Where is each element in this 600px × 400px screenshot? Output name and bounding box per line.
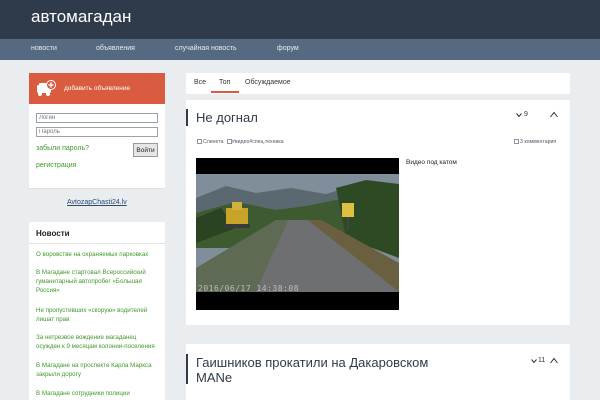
divider xyxy=(29,243,165,244)
tab-all[interactable]: Все xyxy=(194,79,206,86)
login-panel: забыли пароль? Войти регистрация xyxy=(29,104,165,189)
vote-count: 9 xyxy=(524,111,528,118)
nav-item-ads[interactable]: объявления xyxy=(96,45,135,52)
post-tags[interactable]: #видео#спец.техника xyxy=(232,139,284,145)
add-ad-label: добавить объявление xyxy=(64,85,131,92)
post-card: Не догнал 9 Слинета #видео#спец.техника … xyxy=(186,100,570,325)
news-item[interactable]: В Магадане стартовал Всероссийский гуман… xyxy=(36,269,160,295)
feed-tabs: Все Топ Обсуждаемое xyxy=(186,73,570,94)
site-logo[interactable]: автомагадан xyxy=(31,7,131,27)
nav-item-news[interactable]: новости xyxy=(31,45,57,52)
post-title[interactable]: Гаишников прокатили на Дакаровском MANе xyxy=(196,355,456,385)
login-button[interactable]: Войти xyxy=(133,143,158,157)
chevron-up-icon[interactable] xyxy=(550,111,558,119)
register-link[interactable]: регистрация xyxy=(36,162,76,169)
password-input[interactable] xyxy=(36,127,158,137)
partner-link[interactable]: AvtozapChasti24.lv xyxy=(67,199,127,206)
news-item[interactable]: В Магадане сотрудники полиции xyxy=(36,390,160,399)
comment-icon xyxy=(514,139,519,144)
news-item[interactable]: Не пропустивших «скорую» водителей лишат… xyxy=(36,307,160,325)
post-card: Гаишников прокатили на Дакаровском MANе … xyxy=(186,344,570,400)
nav-item-forum[interactable]: форум xyxy=(277,45,299,52)
post-title[interactable]: Не догнал xyxy=(196,110,258,125)
main-nav: новости объявления случайная новость фор… xyxy=(0,39,600,60)
news-item[interactable]: За нетрезвое вождение магаданец осужден … xyxy=(36,334,160,352)
chevron-up-icon[interactable] xyxy=(550,357,558,365)
tab-top[interactable]: Топ xyxy=(219,79,230,86)
site-header: автомагадан xyxy=(0,0,600,39)
news-item[interactable]: О воровстве на охраняемых парковках xyxy=(36,251,160,260)
add-ad-button[interactable]: добавить объявление xyxy=(29,73,165,104)
add-ad-icon xyxy=(37,80,56,96)
user-icon xyxy=(197,139,202,144)
post-accent-bar xyxy=(186,354,188,384)
active-tab-indicator xyxy=(211,91,239,93)
forgot-password-link[interactable]: забыли пароль? xyxy=(36,145,89,152)
chevron-down-icon[interactable] xyxy=(531,358,537,364)
nav-item-random-news[interactable]: случайная новость xyxy=(175,45,237,52)
post-accent-bar xyxy=(186,109,188,126)
post-excerpt: Видео под катом xyxy=(406,159,457,166)
post-author[interactable]: Слинета xyxy=(203,139,223,145)
tab-discussed[interactable]: Обсуждаемое xyxy=(245,79,291,86)
post-comments[interactable]: 3 комментария xyxy=(520,139,556,145)
login-input[interactable] xyxy=(36,113,158,123)
news-widget-title: Новости xyxy=(36,229,70,238)
chevron-down-icon[interactable] xyxy=(516,112,522,118)
news-widget: Новости О воровстве на охраняемых парков… xyxy=(29,222,165,400)
news-item[interactable]: В Магадане на проспекте Карла Маркса зак… xyxy=(36,362,160,380)
vote-count: 11 xyxy=(538,357,546,364)
video-timestamp: 2016/06/17 14:38:08 xyxy=(198,284,300,293)
video-player[interactable]: 2016/06/17 14:38:08 xyxy=(196,158,399,310)
